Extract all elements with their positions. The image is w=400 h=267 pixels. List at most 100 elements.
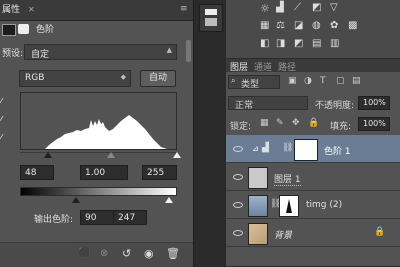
properties-footer: ⬛ ⊗ ↺ ◉ 🗑 [0,242,193,267]
tab-paths[interactable]: 路径 [278,60,296,73]
output-label: 输出色阶: [34,215,74,225]
input-gamma-slider[interactable] [107,152,115,158]
hue-saturation-icon[interactable]: ▦ [260,20,269,31]
input-white-slider[interactable] [173,152,181,158]
lock-pixels-icon[interactable]: ✎ [276,118,284,128]
eyedropper-icon[interactable]: ⁄ [0,133,2,144]
layer-mask-thumbnail[interactable] [294,139,318,161]
levels-icon [2,24,16,36]
gradient-map-icon[interactable]: ▥ [330,38,339,49]
output-gradient [20,187,177,196]
blend-mode-value: 正常 [235,101,254,111]
properties-tab-title[interactable]: 属性 [2,0,20,20]
layer-row[interactable]: 背景 🔒 [226,219,400,247]
blend-mode-dropdown[interactable]: 正常 [228,96,308,111]
levels-icon: ⊿ [252,144,259,153]
trash-icon[interactable]: 🗑 [166,247,180,260]
input-gamma-field[interactable]: 1.00 [80,165,128,180]
reset-icon[interactable]: ↺ [122,247,131,260]
histogram-graph [45,115,167,149]
curves-icon[interactable]: ⟋ [294,2,301,13]
filter-shape-icon[interactable]: ▢ [336,76,345,86]
filter-smart-icon[interactable]: ▤ [352,76,361,86]
output-white-slider[interactable] [165,197,173,203]
adjustments-row-3: ◧ ◨ ◩ ▤ ▥ [260,38,390,52]
adjustment-name: 色阶 [36,25,55,35]
input-black-slider[interactable] [44,152,52,158]
vibrance-icon[interactable]: ▽ [330,2,338,13]
properties-panel: 属性 ✕ ≡ 色阶 预设: 自定 ▲ RGB ◆ 自动 ⁄ ⁄ ⁄ 48 1.0… [0,0,193,267]
fill-field[interactable]: 100% [358,117,390,131]
scrollbar[interactable] [186,40,191,62]
clip-to-layer-icon[interactable]: ⬛ [78,248,90,259]
filter-type-icon[interactable]: T [320,76,326,86]
eye-icon[interactable] [233,230,243,236]
invert-icon[interactable]: ◧ [260,38,269,49]
threshold-icon[interactable]: ◩ [294,38,303,49]
input-white-field[interactable]: 255 [142,165,177,180]
layer-name[interactable]: 色阶 1 [324,144,351,157]
lock-position-icon[interactable]: ✥ [292,118,300,128]
layer-mask-thumbnail[interactable] [279,195,299,217]
adjustments-row-1: ☼ ▟ ⟋ ◩ ▽ [260,2,390,16]
layers-panel: 图层 通道 路径 ⌕ 类型 ▣ ◑ T ▢ ▤ 正常 不透明度: 100% 锁定… [226,59,400,266]
exposure-icon[interactable]: ◩ [312,2,321,13]
preset-value: 自定 [31,50,50,60]
output-white-field[interactable]: 247 [113,210,147,225]
link-icon[interactable]: ⊗ [100,248,108,259]
lock-transparency-icon[interactable]: ▦ [260,118,269,128]
brightness-icon[interactable]: ☼ [260,2,270,15]
link-icon[interactable]: ⛓ [282,143,293,153]
eyedropper-icon[interactable]: ⁄ [0,97,2,108]
photo-filter-icon[interactable]: ◍ [312,20,321,31]
histogram-icon [205,9,217,15]
levels-icon[interactable]: ▟ [276,2,284,13]
preset-dropdown[interactable]: 自定 ▲ [24,44,177,60]
eye-icon[interactable] [233,174,243,180]
silhouette-shape [286,199,292,213]
channel-mixer-icon[interactable]: ✿ [330,20,338,31]
kind-filter-dropdown[interactable]: ⌕ 类型 [228,75,280,90]
adjustments-panel: ☼ ▟ ⟋ ◩ ▽ ▦ ⚖ ◪ ◍ ✿ ▩ ◧ ◨ ◩ ▤ ▥ [226,0,400,58]
lock-label: 锁定: [230,122,252,132]
black-white-icon[interactable]: ◪ [294,20,303,31]
layer-thumbnail [248,195,268,217]
tab-channels[interactable]: 通道 [254,60,272,73]
color-balance-icon[interactable]: ⚖ [276,20,285,31]
mask-icon[interactable] [18,24,29,34]
output-black-slider[interactable] [72,197,80,203]
opacity-field[interactable]: 100% [358,96,390,110]
adjustment-thumb-icon: ▟ [262,143,269,153]
lock-icon: 🔒 [374,227,386,237]
panel-dock-strip [193,0,227,266]
filter-pixel-icon[interactable]: ▣ [288,76,297,86]
collapsed-panel-button[interactable] [199,4,223,32]
eyedropper-icon[interactable]: ⁄ [0,115,2,126]
auto-button[interactable]: 自动 [140,70,176,87]
posterize-icon[interactable]: ◨ [276,38,285,49]
kind-filter-value: 类型 [241,80,260,90]
dropdown-icon: ◆ [120,73,126,81]
output-black-field[interactable]: 90 [80,210,114,225]
layer-row[interactable]: ⊿ ▟ ⛓ 色阶 1 [226,135,400,163]
layer-row[interactable]: ⛓ timg (2) [226,191,400,219]
visibility-icon[interactable]: ◉ [144,247,154,260]
eye-icon[interactable] [233,202,243,208]
input-black-field[interactable]: 48 [20,165,54,180]
search-icon: ⌕ [231,76,236,85]
filter-adjustment-icon[interactable]: ◑ [304,76,312,86]
selective-color-icon[interactable]: ▤ [312,38,321,49]
layer-row[interactable]: 图层 1 [226,163,400,191]
lock-icon[interactable]: 🔒 [308,118,319,128]
layer-thumbnail [248,167,268,189]
layer-name[interactable]: timg (2) [306,200,342,210]
color-lookup-icon[interactable]: ▩ [348,20,357,31]
eye-icon[interactable] [233,146,243,152]
layer-name[interactable]: 图层 1 [274,172,301,186]
layer-name[interactable]: 背景 [274,228,292,241]
layer-thumbnail [248,223,268,245]
close-icon[interactable]: ✕ [28,5,35,14]
channel-dropdown[interactable]: RGB ◆ [19,70,131,87]
panel-menu-icon[interactable]: ≡ [180,4,188,14]
tab-layers[interactable]: 图层 [230,60,248,73]
